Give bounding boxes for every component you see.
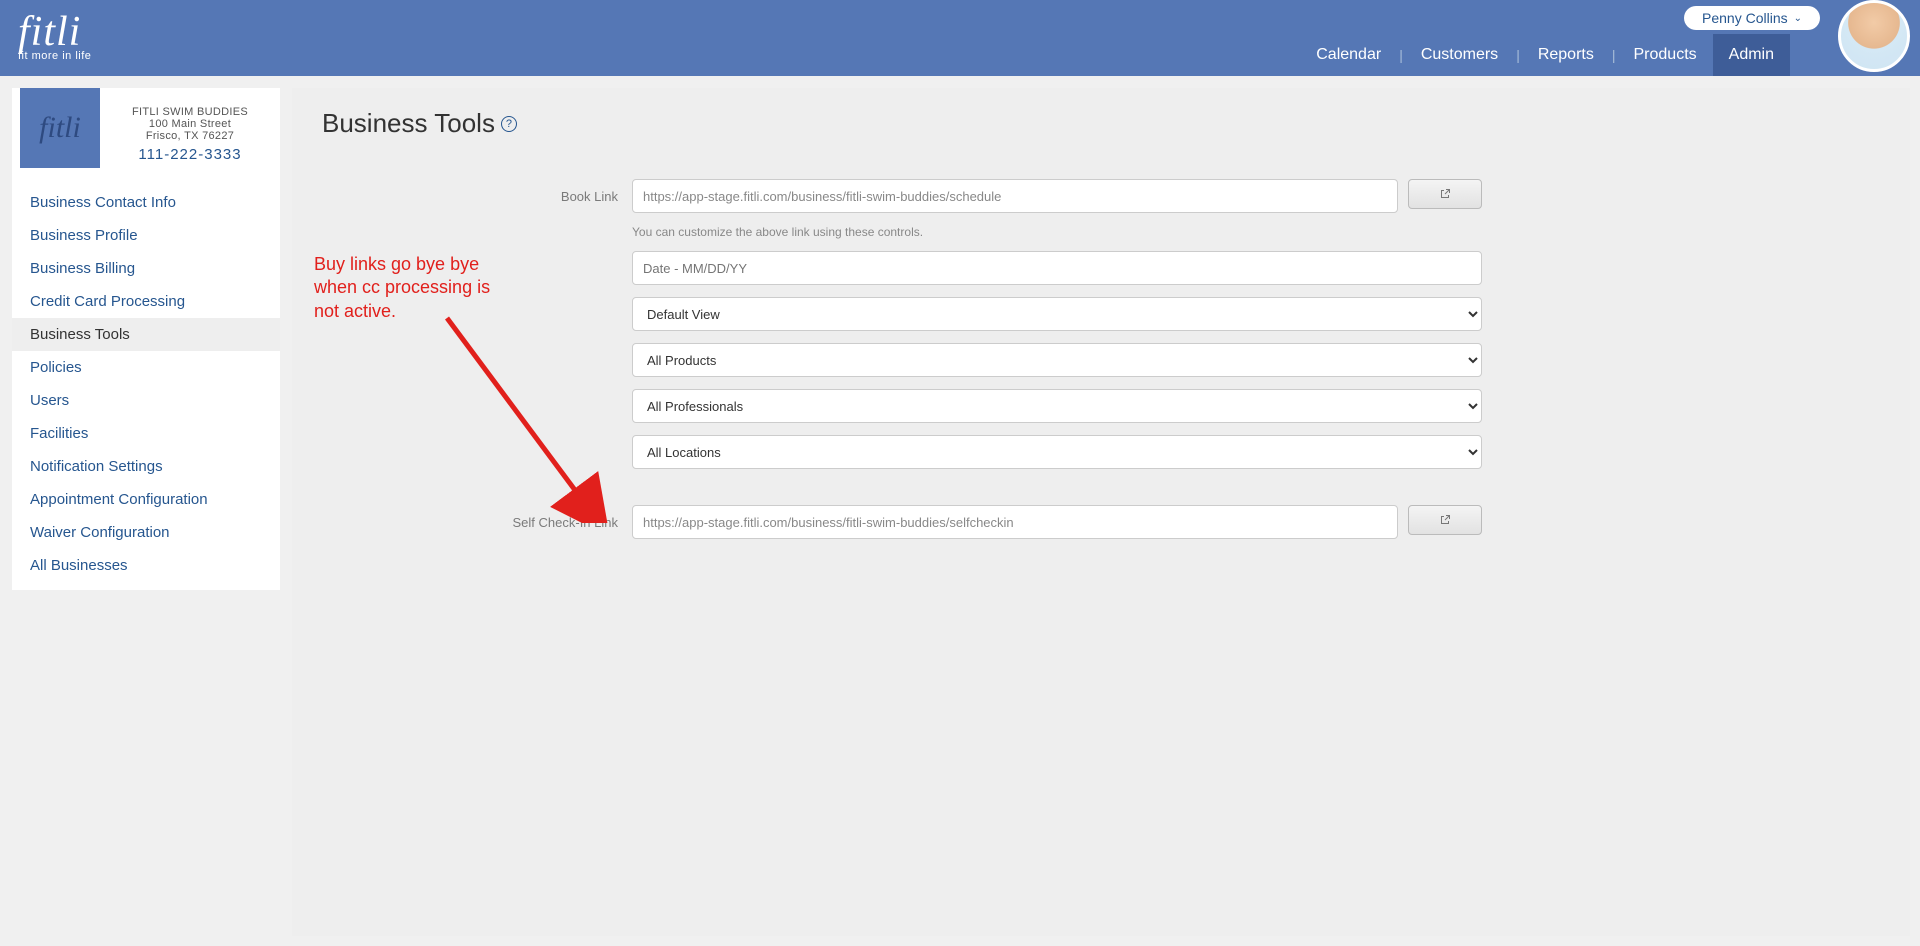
sidebar-item-cc[interactable]: Credit Card Processing: [12, 285, 280, 318]
sidebar-item-facilities[interactable]: Facilities: [12, 417, 280, 450]
form-area: Book Link You can customize the above li…: [322, 179, 1880, 539]
nav-separator: |: [1397, 47, 1405, 63]
open-checkin-link-button[interactable]: [1408, 505, 1482, 535]
user-name: Penny Collins: [1702, 10, 1788, 26]
sidebar-item-profile[interactable]: Business Profile: [12, 219, 280, 252]
sidebar-item-tools[interactable]: Business Tools: [12, 318, 280, 351]
sidebar-item-billing[interactable]: Business Billing: [12, 252, 280, 285]
business-name: FITLI SWIM BUDDIES: [106, 106, 274, 118]
sidebar-item-all-businesses[interactable]: All Businesses: [12, 549, 280, 582]
nav-products[interactable]: Products: [1618, 34, 1713, 76]
chevron-down-icon: ⌄: [1794, 13, 1802, 24]
checkin-link-label: Self Check-In Link: [322, 515, 632, 530]
products-select[interactable]: All Products: [632, 343, 1482, 377]
business-phone: 111-222-3333: [106, 146, 274, 163]
page-title: Business Tools ?: [322, 108, 1880, 139]
business-info: FITLI SWIM BUDDIES 100 Main Street Frisc…: [100, 88, 280, 168]
brand-logo-text: fitli: [18, 9, 81, 55]
sidebar-item-notifications[interactable]: Notification Settings: [12, 450, 280, 483]
nav-customers[interactable]: Customers: [1405, 34, 1514, 76]
sidebar-item-waiver[interactable]: Waiver Configuration: [12, 516, 280, 549]
book-link-label: Book Link: [322, 189, 632, 204]
help-icon[interactable]: ?: [501, 116, 517, 132]
sidebar-item-contact[interactable]: Business Contact Info: [12, 186, 280, 219]
business-address2: Frisco, TX 76227: [106, 130, 274, 142]
user-menu[interactable]: Penny Collins ⌄: [1684, 6, 1820, 30]
side-nav: Business Contact Info Business Profile B…: [12, 178, 280, 590]
annotation-text: Buy links go bye bye when cc processing …: [314, 253, 514, 323]
book-link-input[interactable]: [632, 179, 1398, 213]
business-address1: 100 Main Street: [106, 118, 274, 130]
nav-separator: |: [1610, 47, 1618, 63]
sidebar: fitli FITLI SWIM BUDDIES 100 Main Street…: [12, 88, 280, 590]
brand-tagline: fit more in life: [18, 50, 91, 62]
sidebar-item-users[interactable]: Users: [12, 384, 280, 417]
nav-reports[interactable]: Reports: [1522, 34, 1610, 76]
customize-hint: You can customize the above link using t…: [632, 225, 923, 239]
business-block: fitli FITLI SWIM BUDDIES 100 Main Street…: [12, 88, 280, 178]
user-avatar[interactable]: [1838, 0, 1910, 72]
professionals-select[interactable]: All Professionals: [632, 389, 1482, 423]
open-book-link-button[interactable]: [1408, 179, 1482, 209]
top-header: fitli fit more in life Penny Collins ⌄ C…: [0, 0, 1920, 76]
locations-select[interactable]: All Locations: [632, 435, 1482, 469]
date-input[interactable]: [632, 251, 1482, 285]
primary-nav: Calendar | Customers | Reports | Product…: [1300, 34, 1790, 76]
sidebar-item-appointment[interactable]: Appointment Configuration: [12, 483, 280, 516]
external-link-icon: [1439, 514, 1451, 526]
view-select[interactable]: Default View: [632, 297, 1482, 331]
sidebar-item-policies[interactable]: Policies: [12, 351, 280, 384]
brand-logo[interactable]: fitli fit more in life: [18, 8, 91, 62]
nav-separator: |: [1514, 47, 1522, 63]
external-link-icon: [1439, 188, 1451, 200]
business-logo: fitli: [20, 88, 100, 168]
nav-calendar[interactable]: Calendar: [1300, 34, 1397, 76]
main-content: Business Tools ? Buy links go bye bye wh…: [292, 88, 1910, 936]
checkin-link-input[interactable]: [632, 505, 1398, 539]
nav-admin[interactable]: Admin: [1713, 34, 1790, 76]
